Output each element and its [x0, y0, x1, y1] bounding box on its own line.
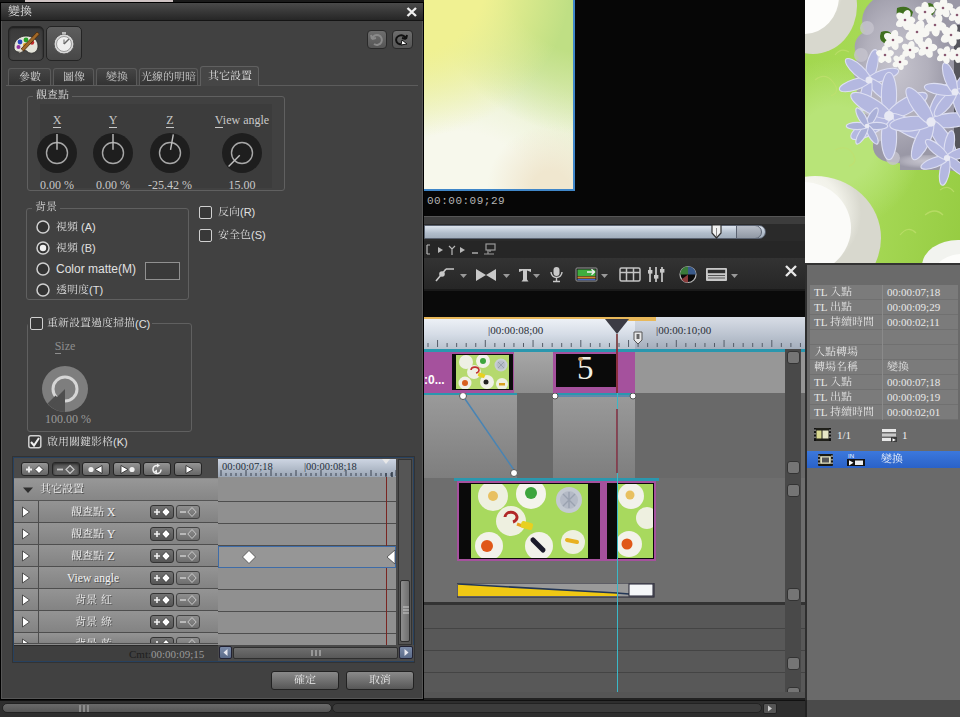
svg-text:IN: IN: [848, 453, 854, 459]
